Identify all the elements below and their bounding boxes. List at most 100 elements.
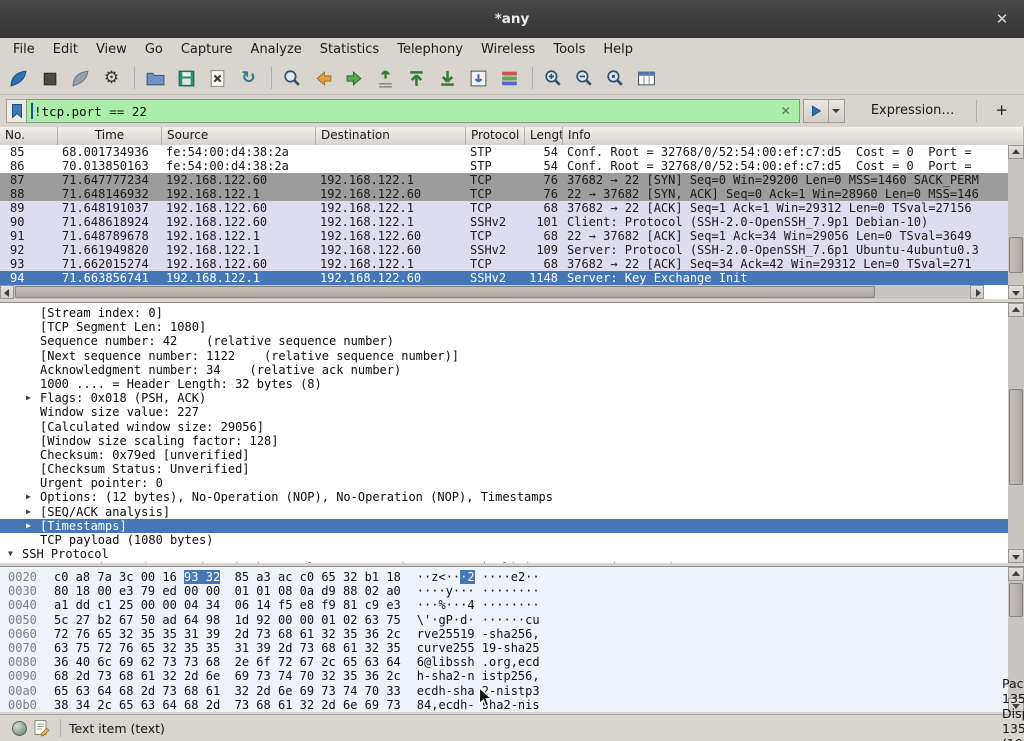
packet-row[interactable]: 91 71.648789678 192.168.122.1 192.168.12… (0, 229, 1008, 243)
packet-row[interactable]: 85 68.001734936 fe:54:00:d4:38:2a STP 54… (0, 145, 1008, 159)
details-vscrollbar[interactable] (1008, 303, 1024, 563)
scroll-left-arrow[interactable] (0, 285, 14, 299)
expander-icon[interactable] (26, 434, 40, 448)
scroll-down-arrow[interactable] (1008, 549, 1024, 563)
expander-icon[interactable] (26, 306, 40, 320)
go-to-bottom-button[interactable] (433, 65, 462, 92)
menu-item[interactable]: Analyze (242, 38, 311, 62)
detail-line[interactable]: Window size value: 227 (0, 405, 1008, 419)
expander-icon[interactable]: ▼ (8, 547, 22, 561)
hex-row[interactable]: 00a065 63 64 68 2d 73 68 61 32 2d 6e 69 … (0, 684, 1008, 698)
scroll-slider[interactable] (1009, 389, 1023, 485)
menu-item[interactable]: Help (594, 38, 642, 62)
menu-item[interactable]: Statistics (311, 38, 388, 62)
reload-capture-file-button[interactable]: ↻ (234, 65, 263, 92)
scroll-up-arrow[interactable] (1008, 145, 1024, 159)
column-header[interactable]: Source (162, 127, 316, 145)
start-capture-button[interactable] (4, 65, 33, 92)
auto-scroll-button[interactable] (464, 65, 493, 92)
scroll-slider[interactable] (1009, 237, 1023, 273)
hex-row[interactable]: 006072 76 65 32 35 35 31 39 2d 73 68 61 … (0, 627, 1008, 641)
go-to-packet-button[interactable] (371, 65, 400, 92)
packet-row[interactable]: 87 71.647777234 192.168.122.60 192.168.1… (0, 173, 1008, 187)
detail-line[interactable]: Checksum: 0x79ed [unverified] (0, 448, 1008, 462)
packet-list-hscrollbar[interactable] (0, 285, 984, 299)
packet-row[interactable]: 89 71.648191037 192.168.122.60 192.168.1… (0, 201, 1008, 215)
menu-item[interactable]: Go (136, 38, 172, 62)
packet-row[interactable]: 88 71.648146932 192.168.122.1 192.168.12… (0, 187, 1008, 201)
scroll-up-arrow[interactable] (1008, 303, 1024, 317)
menu-item[interactable]: File (4, 38, 44, 62)
expander-icon[interactable] (26, 334, 40, 348)
detail-line[interactable]: ▶Options: (12 bytes), No-Operation (NOP)… (0, 490, 1008, 504)
filter-apply-button[interactable] (803, 99, 829, 123)
detail-line[interactable]: [Next sequence number: 1122 (relative se… (0, 349, 1008, 363)
hex-row[interactable]: 008036 40 6c 69 62 73 73 68 2e 6f 72 67 … (0, 655, 1008, 669)
column-header[interactable]: No. (0, 127, 58, 145)
capture-options-button[interactable]: ⚙ (97, 65, 126, 92)
find-packet-button[interactable] (278, 65, 307, 92)
zoom-in-button[interactable] (539, 65, 568, 92)
expander-icon[interactable]: ▶ (26, 490, 40, 504)
detail-line[interactable]: Sequence number: 42 (relative sequence n… (0, 334, 1008, 348)
open-capture-file-button[interactable] (141, 65, 170, 92)
expander-icon[interactable] (26, 349, 40, 363)
window-close-button[interactable]: ✕ (992, 9, 1012, 29)
expander-icon[interactable]: ▶ (26, 391, 40, 405)
detail-line[interactable]: [Window size scaling factor: 128] (0, 434, 1008, 448)
restart-capture-button[interactable] (66, 65, 95, 92)
expander-icon[interactable] (26, 363, 40, 377)
column-header[interactable]: Info (563, 127, 1024, 145)
detail-line[interactable]: [Calculated window size: 29056] (0, 420, 1008, 434)
expander-icon[interactable] (26, 476, 40, 490)
expander-icon[interactable]: ▶ (26, 505, 40, 519)
go-to-top-button[interactable] (402, 65, 431, 92)
expander-icon[interactable] (26, 462, 40, 476)
stop-capture-button[interactable] (35, 65, 64, 92)
menu-item[interactable]: Capture (172, 38, 242, 62)
detail-line[interactable]: [Checksum Status: Unverified] (0, 462, 1008, 476)
packet-row[interactable]: 94 71.663856741 192.168.122.1 192.168.12… (0, 271, 1008, 285)
column-header[interactable]: Length (525, 127, 563, 145)
expander-icon[interactable]: ▶ (26, 519, 40, 533)
capture-comment-button[interactable] (30, 718, 52, 738)
filter-bookmark-button[interactable] (6, 99, 26, 123)
filter-history-dropdown[interactable] (829, 99, 845, 123)
hex-row[interactable]: 009068 2d 73 68 61 32 2d 6e 69 73 74 70 … (0, 669, 1008, 683)
packet-list-vscrollbar[interactable] (1008, 145, 1024, 299)
menu-item[interactable]: View (87, 38, 136, 62)
go-forward-button[interactable] (340, 65, 369, 92)
hex-row[interactable]: 0020c0 a8 7a 3c 00 16 93 32 85 a3 ac c0 … (0, 570, 1008, 584)
packet-row[interactable]: 93 71.662015274 192.168.122.60 192.168.1… (0, 257, 1008, 271)
detail-line[interactable]: 1000 .... = Header Length: 32 bytes (8) (0, 377, 1008, 391)
save-capture-file-button[interactable] (172, 65, 201, 92)
scroll-slider[interactable] (1009, 583, 1023, 617)
scroll-right-arrow[interactable] (970, 285, 984, 299)
packet-row[interactable]: 90 71.648618924 192.168.122.60 192.168.1… (0, 215, 1008, 229)
detail-line[interactable]: Acknowledgment number: 34 (relative ack … (0, 363, 1008, 377)
go-back-button[interactable] (309, 65, 338, 92)
expander-icon[interactable] (26, 448, 40, 462)
titlebar[interactable]: *any ✕ (0, 0, 1024, 38)
column-header[interactable]: Protocol (466, 127, 525, 145)
hex-row[interactable]: 00505c 27 b2 67 50 ad 64 98 1d 92 00 00 … (0, 613, 1008, 627)
hex-row[interactable]: 003080 18 00 e3 79 ed 00 00 01 01 08 0a … (0, 584, 1008, 598)
detail-line[interactable]: TCP payload (1080 bytes) (0, 533, 1008, 547)
hex-row[interactable]: 0040a1 dd c1 25 00 00 04 34 06 14 f5 e8 … (0, 598, 1008, 612)
hex-row[interactable]: 00b038 34 2c 65 63 64 68 2d 73 68 61 32 … (0, 698, 1008, 712)
menu-item[interactable]: Telephony (388, 38, 472, 62)
expander-icon[interactable] (26, 405, 40, 419)
menu-item[interactable]: Tools (544, 38, 594, 62)
colorize-packets-button[interactable] (495, 65, 524, 92)
detail-line[interactable]: ▼SSH Protocol (0, 547, 1008, 561)
expression-button[interactable]: Expression… (859, 99, 967, 123)
expander-icon[interactable] (26, 420, 40, 434)
add-filter-button[interactable]: + (985, 99, 1018, 123)
zoom-out-button[interactable] (570, 65, 599, 92)
detail-line[interactable]: ▶[SEQ/ACK analysis] (0, 505, 1008, 519)
zoom-normal-button[interactable] (601, 65, 630, 92)
expander-icon[interactable] (26, 377, 40, 391)
display-filter-input[interactable]: !tcp.port == 22 ✕ (26, 99, 800, 123)
detail-line[interactable]: Urgent pointer: 0 (0, 476, 1008, 490)
hex-row[interactable]: 007063 75 72 76 65 32 35 35 31 39 2d 73 … (0, 641, 1008, 655)
